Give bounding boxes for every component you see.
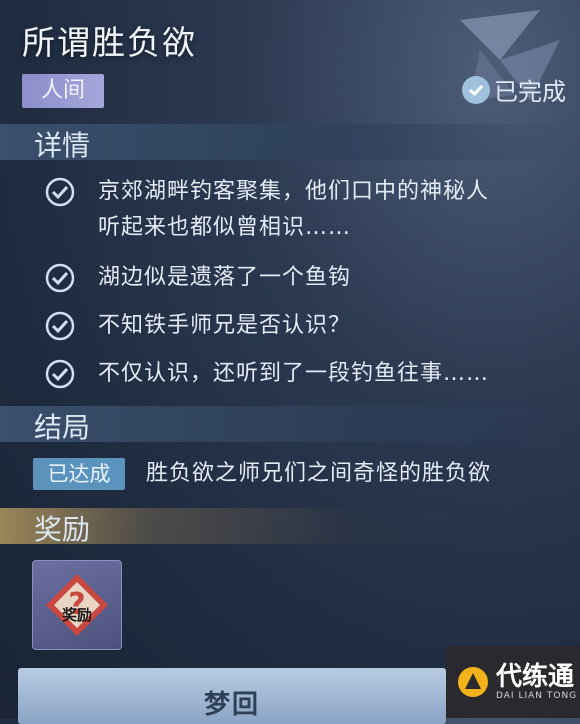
detail-item-line: 听起来也都似曾相识…… <box>98 215 352 240</box>
reward-item-slot[interactable]: ? 奖励 <box>32 560 122 650</box>
dream-return-button[interactable]: 梦回 <box>18 668 446 724</box>
check-circle-icon <box>45 359 75 389</box>
check-circle-icon <box>45 311 75 341</box>
detail-item-line: 不仅认识，还听到了一段钓鱼往事…… <box>98 361 490 386</box>
detail-item: 湖边似是遗落了一个鱼钩 <box>44 260 564 296</box>
detail-item-line: 京郊湖畔钓客聚集，他们口中的神秘人 <box>98 179 490 204</box>
logo-mark-icon <box>458 667 488 697</box>
detail-item: 不知铁手师兄是否认识？ <box>44 308 564 344</box>
logo-text-cn: 代练通 <box>496 662 575 692</box>
quest-title: 所谓胜负欲 <box>22 23 197 62</box>
reward-mystery-icon: ? 奖励 <box>46 574 108 636</box>
ending-achieved-badge: 已达成 <box>33 458 125 490</box>
quest-status: 已完成 <box>462 72 566 107</box>
status-label: 已完成 <box>494 78 566 106</box>
detail-item: 京郊湖畔钓客聚集，他们口中的神秘人 听起来也都似曾相识…… <box>44 174 564 246</box>
detail-item-line: 湖边似是遗落了一个鱼钩 <box>98 265 352 290</box>
watermark-logo: 代练通 DAI LIAN TONG <box>446 646 580 718</box>
dream-return-label: 梦回 <box>203 690 260 720</box>
completed-check-icon <box>462 75 490 104</box>
check-circle-icon <box>45 177 75 207</box>
ending-heading: 结局 <box>34 411 91 444</box>
details-heading: 详情 <box>34 129 91 162</box>
quest-category-tag: 人间 <box>22 74 104 108</box>
detail-item: 不仅认识，还听到了一段钓鱼往事…… <box>44 356 564 392</box>
check-circle-icon <box>45 263 75 293</box>
detail-item-line: 不知铁手师兄是否认识？ <box>98 313 352 338</box>
logo-text-en: DAI LIAN TONG <box>496 691 578 701</box>
svg-text:奖励: 奖励 <box>62 606 92 624</box>
reward-heading: 奖励 <box>34 513 91 546</box>
ending-text: 胜负欲之师兄们之间奇怪的胜负欲 <box>146 461 492 486</box>
